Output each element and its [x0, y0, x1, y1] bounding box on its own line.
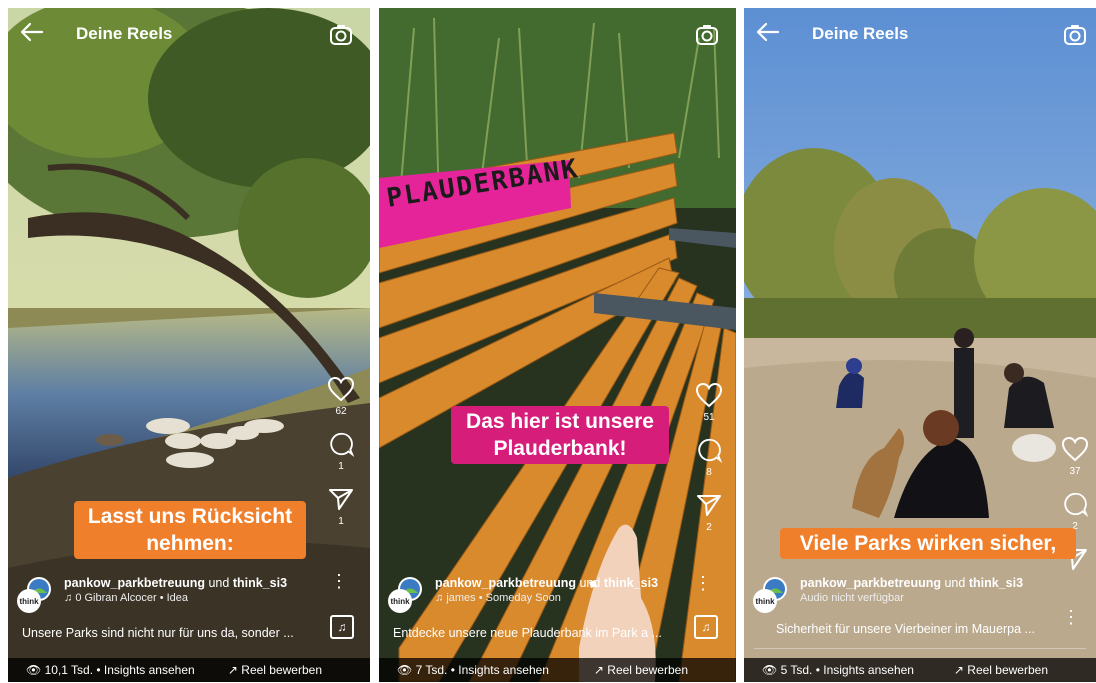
reel-2-caption: Das hier ist unsere Plauderbank! [451, 406, 669, 464]
caption-line: Das hier ist unsere [466, 410, 654, 433]
collab-link[interactable]: think_si3 [969, 576, 1023, 590]
audio-track: james • Someday Soon [446, 592, 561, 604]
avatar[interactable]: think [16, 576, 54, 614]
camera-icon[interactable] [1062, 22, 1088, 48]
caption-line: nehmen: [146, 532, 234, 555]
audio-info[interactable]: ♫ james • Someday Soon [435, 592, 561, 604]
music-icon[interactable]: ♫ [694, 615, 718, 639]
reel-panel-3[interactable]: Deine Reels 37 2 Viele Parks wirken sich… [744, 8, 1096, 682]
heart-icon[interactable] [327, 376, 355, 402]
eye-icon: 👁 [762, 663, 778, 677]
audio-info[interactable]: ♫ 0 Gibran Alcocer • Idea [64, 592, 188, 604]
audio-track: Audio nicht verfügbar [800, 592, 904, 604]
reel-owner-names: pankow_parkbetreuung und think_si3 [64, 576, 287, 590]
owner-connector: und [579, 576, 601, 590]
reel-description[interactable]: Sicherheit für unsere Vierbeiner im Maue… [776, 622, 1035, 636]
boost-reel-button[interactable]: ↗ Reel bewerben [954, 663, 1048, 677]
boost-label: Reel bewerben [967, 663, 1048, 677]
comment-icon[interactable] [1061, 491, 1089, 517]
insights-link[interactable]: 👁 10,1 Tsd. • Insights ansehen [26, 663, 195, 677]
eye-icon: 👁 [26, 663, 42, 677]
reel-description[interactable]: Unsere Parks sind nicht nur für uns da, … [22, 626, 294, 640]
owner-link[interactable]: pankow_parkbetreuung [435, 576, 576, 590]
reel-3-owner: think pankow_parkbetreuung und think_si3… [752, 576, 1072, 616]
audio-info[interactable]: Audio nicht verfügbar [800, 592, 904, 604]
views-insights: 7 Tsd. • Insights ansehen [415, 663, 549, 677]
share-count: 2 [706, 522, 712, 533]
comment-icon[interactable] [327, 431, 355, 457]
heart-icon[interactable] [695, 382, 723, 408]
boost-reel-button[interactable]: ↗ Reel bewerben [228, 663, 322, 677]
share-icon[interactable] [696, 492, 722, 518]
audio-track: Gibran Alcocer • Idea [84, 592, 189, 604]
back-arrow-icon[interactable] [20, 22, 48, 46]
boost-reel-button[interactable]: ↗ Reel bewerben [594, 663, 688, 677]
reel-1-caption: Lasst uns Rücksicht nehmen: [74, 501, 306, 559]
more-icon[interactable]: ⋮ [1062, 608, 1080, 626]
divider [754, 648, 1086, 649]
more-icon[interactable]: ⋮ [330, 572, 348, 590]
comment-icon[interactable] [695, 437, 723, 463]
camera-icon[interactable] [694, 22, 720, 48]
owner-link[interactable]: pankow_parkbetreuung [800, 576, 941, 590]
avatar[interactable]: think [387, 576, 425, 614]
heart-icon[interactable] [1061, 436, 1089, 462]
reel-2-owner: think pankow_parkbetreuung und think_si3… [387, 576, 717, 616]
trend-icon: ↗ [593, 663, 604, 677]
reel-1-topbar: Deine Reels [8, 8, 370, 56]
like-count: 51 [703, 412, 715, 423]
music-icon[interactable]: ♫ [330, 615, 354, 639]
reel-3-caption: Viele Parks wirken sicher, [780, 528, 1076, 559]
collab-link[interactable]: think_si3 [604, 576, 658, 590]
share-icon[interactable] [328, 486, 354, 512]
reel-1-owner: think pankow_parkbetreuung und think_si3… [16, 576, 346, 616]
share-count: 1 [338, 516, 344, 527]
owner-connector: und [208, 576, 230, 590]
camera-icon[interactable] [328, 22, 354, 48]
comment-count: 1 [338, 461, 344, 472]
music-note-icon: ♫ [64, 592, 73, 604]
views-insights: 5 Tsd. • Insights ansehen [780, 663, 914, 677]
reel-2-actions: 51 8 2 [694, 382, 724, 547]
like-count: 62 [335, 406, 347, 417]
page-title: Deine Reels [812, 24, 909, 43]
eye-icon: 👁 [397, 663, 413, 677]
boost-label: Reel bewerben [241, 663, 322, 677]
reel-panel-1[interactable]: Deine Reels 62 1 1 Lasst uns Rücksicht n… [8, 8, 370, 682]
insights-link[interactable]: 👁 5 Tsd. • Insights ansehen [762, 663, 914, 677]
owner-connector: und [944, 576, 966, 590]
reel-1-bottombar: 👁 10,1 Tsd. • Insights ansehen ↗ Reel be… [8, 658, 370, 682]
more-icon[interactable]: ⋮ [694, 574, 712, 592]
svg-text:think: think [755, 597, 775, 606]
trend-icon: ↗ [227, 663, 238, 677]
comment-count: 8 [706, 467, 712, 478]
caption-line: Viele Parks wirken sicher, [799, 532, 1057, 555]
like-count: 37 [1069, 466, 1081, 477]
caption-line: Plauderbank! [493, 437, 627, 460]
back-arrow-icon[interactable] [756, 22, 784, 46]
reel-3-topbar: Deine Reels [744, 8, 1096, 56]
collab-link[interactable]: think_si3 [233, 576, 287, 590]
reel-description[interactable]: Entdecke unsere neue Plauderbank im Park… [393, 626, 662, 640]
owner-link[interactable]: pankow_parkbetreuung [64, 576, 205, 590]
audio-count: 0 [75, 592, 82, 604]
svg-text:think: think [390, 597, 410, 606]
caption-line: Lasst uns Rücksicht [87, 505, 293, 528]
reel-panel-2[interactable]: PLAUDERBANK 51 8 2 Das hier ist unsere P… [379, 8, 736, 682]
reel-owner-names: pankow_parkbetreuung und think_si3 [435, 576, 658, 590]
insights-link[interactable]: 👁 7 Tsd. • Insights ansehen [397, 663, 549, 677]
boost-label: Reel bewerben [607, 663, 688, 677]
reel-1-actions: 62 1 1 [326, 376, 356, 541]
reel-3-bottombar: 👁 5 Tsd. • Insights ansehen ↗ Reel bewer… [744, 658, 1096, 682]
reel-2-topbar [379, 8, 736, 56]
reel-owner-names: pankow_parkbetreuung und think_si3 [800, 576, 1023, 590]
views-insights: 10,1 Tsd. • Insights ansehen [44, 663, 195, 677]
avatar[interactable]: think [752, 576, 790, 614]
music-note-icon: ♫ [435, 592, 444, 604]
svg-text:think: think [19, 597, 39, 606]
trend-icon: ↗ [953, 663, 964, 677]
reel-2-bottombar: 👁 7 Tsd. • Insights ansehen ↗ Reel bewer… [379, 658, 736, 682]
page-title: Deine Reels [76, 24, 173, 43]
